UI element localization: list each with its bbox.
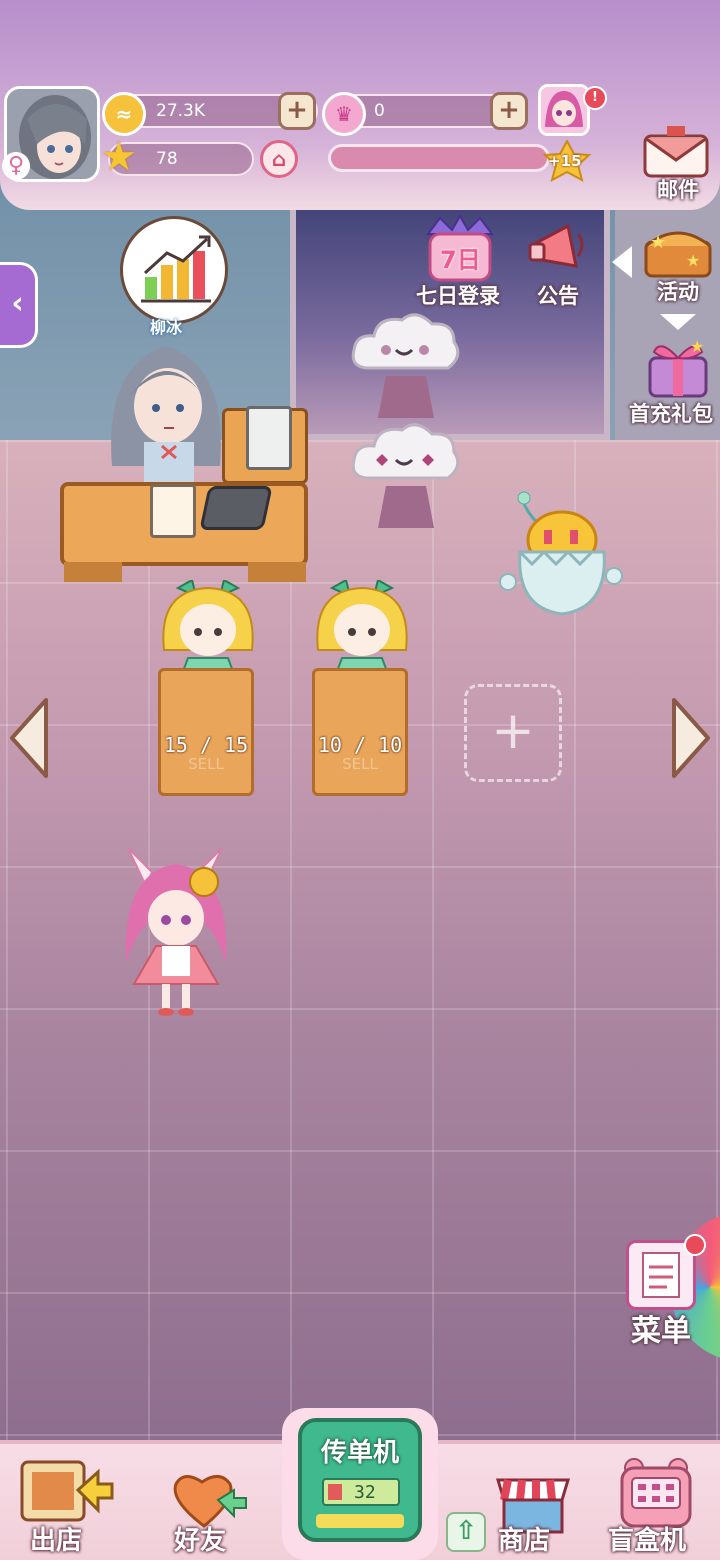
notice-label: 公告: [537, 284, 579, 308]
broom-icon[interactable]: ⌂: [260, 140, 298, 178]
egg-pet[interactable]: [498, 490, 624, 622]
character-portrait[interactable]: [538, 84, 590, 136]
receipt-book-icon: [150, 484, 196, 538]
leave-shop-icon[interactable]: [18, 1456, 114, 1526]
level-progress-bar: [328, 144, 550, 172]
scroll-right-arrow[interactable]: [670, 696, 712, 780]
level-bonus-value: +15: [548, 152, 582, 170]
menu-notification-dot: [684, 1234, 706, 1256]
friends-label: 好友: [174, 1526, 227, 1556]
add-gold-button[interactable]: +: [278, 92, 316, 130]
leave-shop-label: 出店: [30, 1526, 83, 1556]
blind-box-label: 盲盒机: [608, 1526, 687, 1556]
menu-label: 菜单: [631, 1314, 691, 1349]
seven-day-login-label: 七日登录: [416, 284, 500, 308]
gold-coin-icon: ≈: [102, 92, 146, 136]
blind-box-machine-icon[interactable]: [614, 1458, 698, 1528]
svg-text:★: ★: [650, 232, 666, 253]
flyer-count-screen: 32: [322, 1478, 400, 1506]
shop-label: 商店: [498, 1526, 551, 1556]
megaphone-icon[interactable]: [528, 220, 592, 280]
notification-dot: !: [583, 86, 607, 110]
svg-text:★: ★: [690, 337, 704, 356]
scroll-left-arrow[interactable]: [8, 696, 50, 780]
counter-leg: [248, 562, 306, 582]
flyer-machine-button[interactable]: 传单机 32: [298, 1418, 422, 1542]
seven-day-login-icon[interactable]: 7日: [420, 214, 500, 284]
treasure-chest-icon[interactable]: ★ ★: [640, 226, 716, 278]
upgrade-arrow-icon[interactable]: ⇧: [446, 1512, 486, 1552]
shelf-sell-sign: SELL: [188, 755, 224, 773]
activity-label: 活动: [657, 280, 699, 304]
flyer-count: 32: [354, 1482, 376, 1503]
arrow-left-icon[interactable]: [612, 246, 632, 278]
flyer-tray: [316, 1514, 404, 1528]
mail-icon[interactable]: [636, 124, 716, 180]
gift-box-icon[interactable]: ★: [640, 336, 716, 398]
first-recharge-label: 首充礼包: [629, 402, 713, 426]
product-shelf-2[interactable]: 10 / 10 SELL: [312, 668, 408, 796]
add-crown-button[interactable]: +: [490, 92, 528, 130]
player-character[interactable]: [122, 842, 232, 1018]
shelf-stock-count: 10 / 10: [317, 733, 403, 757]
crown-icon: ♛: [322, 92, 366, 136]
sales-chart-icon[interactable]: [120, 216, 228, 324]
crown-value: 0: [374, 101, 385, 121]
left-panel-toggle[interactable]: ‹: [0, 262, 38, 348]
star-icon: ★: [101, 134, 137, 180]
flyer-paper-icon: [328, 1484, 342, 1500]
level-bonus-badge: +15: [536, 140, 598, 184]
svg-text:★: ★: [686, 251, 700, 270]
female-icon: ♀: [2, 152, 30, 180]
card-terminal-icon: [199, 486, 273, 530]
cash-register-monitor: [246, 406, 292, 470]
shelf-sell-sign: SELL: [342, 755, 378, 773]
cloud-customer[interactable]: [346, 310, 466, 422]
cloud-customer[interactable]: [346, 420, 466, 532]
shelf-stock-count: 15 / 15: [163, 733, 249, 757]
flyer-machine-title: 传单机: [320, 1438, 399, 1468]
add-shelf-slot[interactable]: +: [464, 684, 562, 782]
staff-name-tag: 柳冰: [150, 318, 183, 337]
mail-label: 邮件: [657, 178, 699, 202]
chevron-down-icon[interactable]: [660, 314, 696, 330]
gold-value: 27.3K: [156, 101, 205, 121]
product-shelf-1[interactable]: 15 / 15 SELL: [158, 668, 254, 796]
star-value: 78: [156, 149, 178, 169]
seven-day-badge: 7日: [440, 246, 481, 274]
cashier-staff[interactable]: [104, 336, 228, 486]
counter-leg: [64, 562, 122, 582]
